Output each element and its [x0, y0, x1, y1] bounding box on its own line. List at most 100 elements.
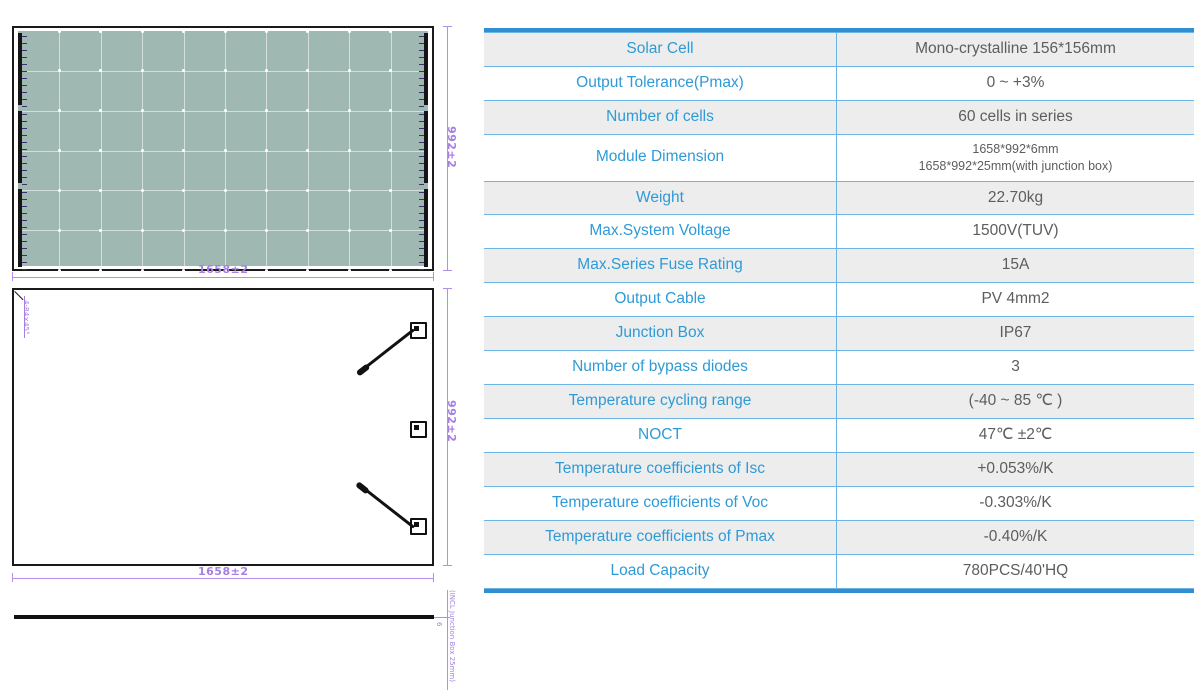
- busbar-tick: [419, 57, 424, 58]
- cell-interconnect-dot: [57, 69, 61, 73]
- cell-interconnect-dot: [140, 69, 144, 73]
- back-width-dim-cap-left: [12, 573, 13, 582]
- output-cable-bottom: [357, 483, 415, 529]
- module-glass-area: [18, 29, 428, 272]
- cell-interconnect-dot: [140, 149, 144, 152]
- busbar-tick: [419, 184, 424, 185]
- cell-interconnect-dot: [264, 69, 268, 73]
- spec-key-cell: NOCT: [484, 417, 837, 453]
- spec-value-cell: 22.70kg: [836, 180, 1194, 216]
- busbar-tick: [419, 206, 424, 207]
- busbar-tick: [22, 262, 27, 263]
- busbar-tick: [22, 92, 27, 93]
- cell-interconnect-dot: [182, 109, 186, 113]
- spec-value-cell: +0.053%/K: [836, 451, 1194, 487]
- cell-interconnect-dot: [99, 268, 103, 272]
- cell-interconnect-dot: [347, 149, 351, 152]
- cell-interconnect-dot: [140, 268, 144, 272]
- output-cable-top: [357, 328, 415, 374]
- busbar-tick: [22, 106, 27, 107]
- spec-value-cell: 1658*992*6mm 1658*992*25mm(with junction …: [836, 133, 1194, 182]
- table-row: Max.Series Fuse Rating 15A: [484, 248, 1194, 284]
- busbar-tick: [22, 142, 27, 143]
- cell-interconnect-dot: [306, 188, 310, 192]
- table-row: Module Dimension 1658*992*6mm 1658*992*25m…: [484, 133, 1194, 182]
- busbar-tick: [22, 64, 27, 65]
- busbar-tick: [419, 135, 424, 136]
- cell-interconnect-dot: [140, 109, 144, 113]
- cell-grid-line-horizontal: [18, 150, 428, 152]
- solar-module-back-view: [12, 288, 434, 566]
- busbar-tick: [22, 128, 27, 129]
- table-row: Load Capacity 780PCS/40'HQ: [484, 553, 1194, 589]
- cell-interconnect-dot: [182, 188, 186, 192]
- cell-interconnect-dot: [99, 149, 103, 152]
- busbar-tick: [419, 71, 424, 72]
- cell-grid-line-horizontal: [18, 110, 428, 112]
- table-row: Temperature coefficients of Isc +0.053%/K: [484, 451, 1194, 487]
- spec-value-line-2: 1658*992*25mm(with junction box): [918, 158, 1113, 173]
- cell-interconnect-dot: [264, 29, 268, 33]
- busbar-tick: [419, 262, 424, 263]
- busbar-tick: [22, 234, 27, 235]
- busbar-tick: [22, 220, 27, 221]
- side-thickness-label: 6: [435, 622, 443, 627]
- cell-interconnect-dot: [57, 149, 61, 152]
- cell-interconnect-dot: [389, 268, 393, 272]
- cell-interconnect-dot: [264, 188, 268, 192]
- busbar-tick: [419, 234, 424, 235]
- module-busbar-right: [424, 33, 428, 105]
- busbar-tick: [419, 241, 424, 242]
- back-height-dim-cap-top: [443, 288, 452, 289]
- table-row: Temperature cycling range (-40 ~ 85 ℃ ): [484, 384, 1194, 419]
- busbar-tick: [22, 36, 27, 37]
- cell-interconnect-dot: [306, 149, 310, 152]
- spec-key-cell: Temperature cycling range: [484, 384, 837, 419]
- cell-interconnect-dot: [306, 29, 310, 33]
- busbar-tick: [22, 78, 27, 79]
- table-row: Output Tolerance(Pmax) 0 ~ +3%: [484, 65, 1194, 101]
- busbar-tick: [22, 163, 27, 164]
- back-width-dim-cap-right: [433, 573, 434, 582]
- spec-value-cell: -0.303%/K: [836, 485, 1194, 521]
- junction-box-note-label: (INCL Junction Box 25mm): [448, 590, 456, 682]
- busbar-tick: [419, 269, 424, 270]
- busbar-tick: [419, 142, 424, 143]
- busbar-tick: [22, 135, 27, 136]
- technical-drawing-panel: 1658±2 992±2 4-R4×45° 1658±2 992±2 6 (IN…: [0, 0, 478, 695]
- busbar-tick: [419, 36, 424, 37]
- busbar-tick: [419, 248, 424, 249]
- cell-interconnect-dot: [99, 109, 103, 113]
- solar-module-side-view: [14, 615, 434, 619]
- spec-value-cell: 780PCS/40'HQ: [836, 553, 1194, 589]
- table-bottom-rule: [484, 588, 1194, 593]
- busbar-tick: [22, 99, 27, 100]
- busbar-tick: [22, 227, 27, 228]
- busbar-tick: [419, 220, 424, 221]
- front-width-dim-cap-right: [433, 272, 434, 281]
- back-width-label: 1658±2: [198, 565, 249, 578]
- busbar-tick: [22, 57, 27, 58]
- front-width-label: 1658±2: [198, 263, 249, 276]
- cell-interconnect-dot: [140, 228, 144, 232]
- busbar-tick: [22, 192, 27, 193]
- table-row: Number of cells 60 cells in series: [484, 99, 1194, 135]
- busbar-tick: [22, 184, 27, 185]
- module-busbar-right: [424, 111, 428, 183]
- table-row: Max.System Voltage 1500V(TUV): [484, 214, 1194, 250]
- front-width-dim-cap-left: [12, 272, 13, 281]
- spec-value-cell: Mono-crystalline 156*156mm: [836, 32, 1194, 67]
- busbar-tick: [419, 199, 424, 200]
- spec-key-cell: Module Dimension: [484, 133, 837, 182]
- table-row: Temperature coefficients of Pmax -0.40%/K: [484, 519, 1194, 555]
- busbar-tick: [22, 255, 27, 256]
- table-row: Weight 22.70kg: [484, 180, 1194, 216]
- busbar-tick: [22, 85, 27, 86]
- cell-interconnect-dot: [347, 109, 351, 113]
- cell-interconnect-dot: [389, 109, 393, 113]
- back-height-dim-cap-bottom: [443, 565, 452, 566]
- cell-interconnect-dot: [347, 268, 351, 272]
- busbar-tick: [419, 43, 424, 44]
- cell-interconnect-dot: [223, 69, 227, 73]
- busbar-tick: [22, 213, 27, 214]
